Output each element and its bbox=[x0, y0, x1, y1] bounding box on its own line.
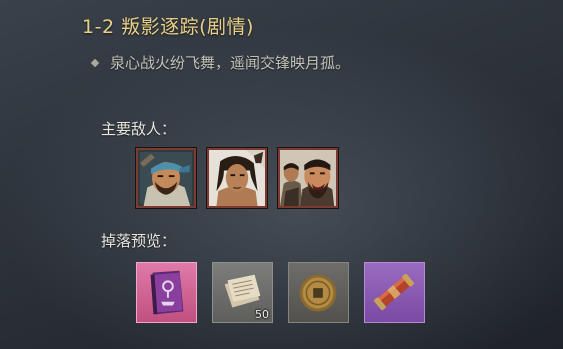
shouting-brute-portrait-icon bbox=[280, 150, 336, 206]
bullet-diamond-icon bbox=[90, 58, 100, 67]
bandana-bandit-portrait-icon bbox=[138, 150, 194, 206]
pink-manual-book-icon bbox=[150, 270, 184, 315]
enemy-list bbox=[136, 148, 338, 208]
drops-label: 掉落预览： bbox=[101, 232, 177, 250]
drop-item-copper-coin[interactable] bbox=[288, 262, 349, 323]
stage-title: 1-2 叛影逐踪(剧情) bbox=[82, 16, 254, 38]
drop-item-manual-book[interactable] bbox=[136, 262, 197, 323]
enemy-portrait-shouting-brute[interactable] bbox=[278, 148, 338, 208]
enemy-portrait-long-haired-warrior[interactable] bbox=[207, 148, 267, 208]
drop-item-paper-scroll[interactable]: 50 bbox=[212, 262, 273, 323]
drop-item-count: 50 bbox=[255, 308, 269, 321]
long-haired-warrior-portrait-icon bbox=[209, 150, 265, 206]
stage-description-row: 泉心战火纷飞舞，遥闻交锋映月孤。 bbox=[90, 52, 351, 73]
enemies-label: 主要敌人： bbox=[101, 120, 177, 138]
enemy-portrait-bandana-bandit[interactable] bbox=[136, 148, 196, 208]
red-scroll-case-icon bbox=[374, 273, 414, 311]
drop-list: 50 bbox=[136, 262, 425, 323]
stage-description: 泉心战火纷飞舞，遥闻交锋映月孤。 bbox=[110, 54, 351, 72]
drop-item-scroll-case[interactable] bbox=[364, 262, 425, 323]
copper-coin-icon bbox=[299, 274, 337, 312]
